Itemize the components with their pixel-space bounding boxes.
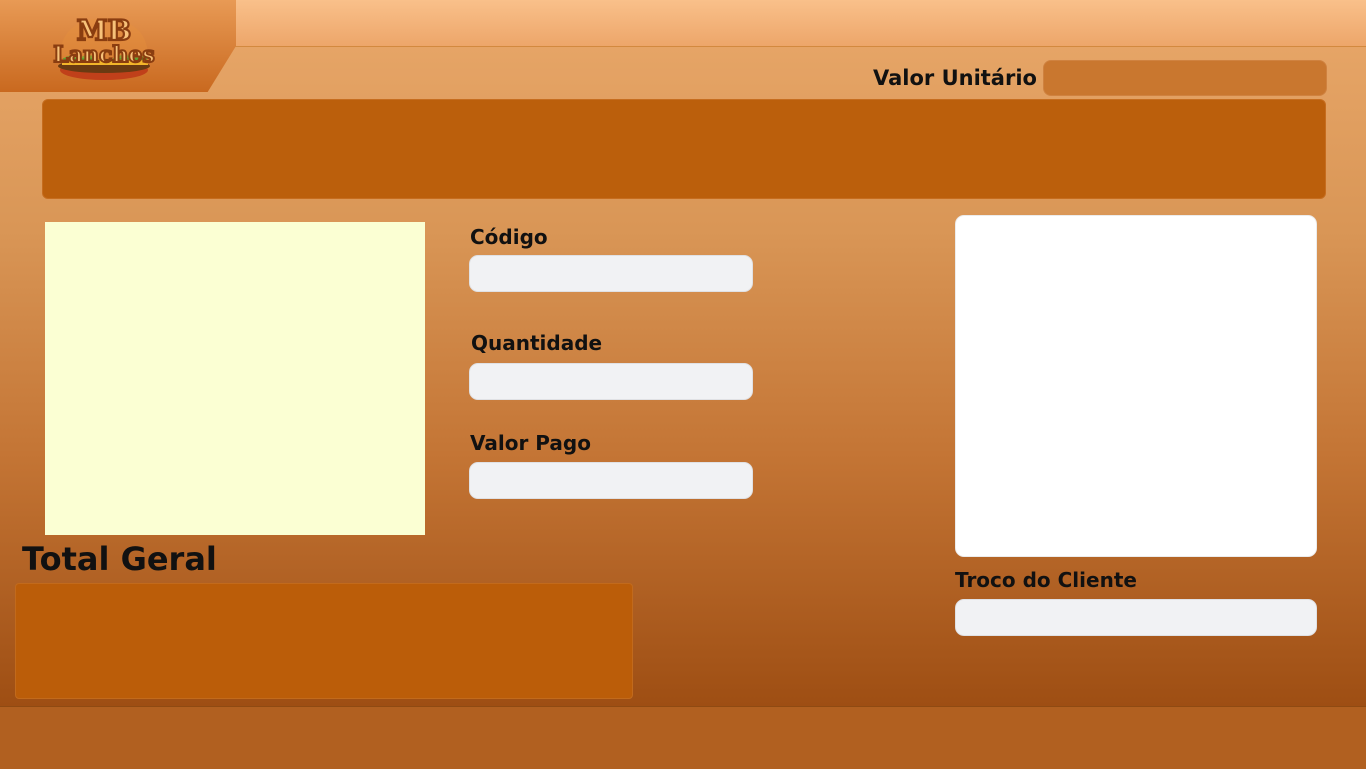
footer-bar [0,706,1366,769]
troco-input[interactable] [955,599,1317,636]
quantidade-label: Quantidade [471,331,603,355]
codigo-label: Código [470,225,548,249]
product-description-banner [42,99,1326,199]
logo-text-lanches: Lanches [53,42,155,68]
total-geral-display [15,583,633,699]
troco-label: Troco do Cliente [955,568,1137,592]
valor-pago-label: Valor Pago [470,431,591,455]
valor-pago-input[interactable] [469,462,753,499]
valor-unitario-field[interactable] [1043,60,1327,96]
valor-unitario-label: Valor Unitário [873,66,1037,90]
receipt-panel [955,215,1317,557]
quantidade-input[interactable] [469,363,753,400]
total-geral-label: Total Geral [22,540,217,578]
product-image-placeholder [45,222,425,535]
codigo-input[interactable] [469,255,753,292]
mb-lanches-logo: MB Lanches [52,13,156,80]
